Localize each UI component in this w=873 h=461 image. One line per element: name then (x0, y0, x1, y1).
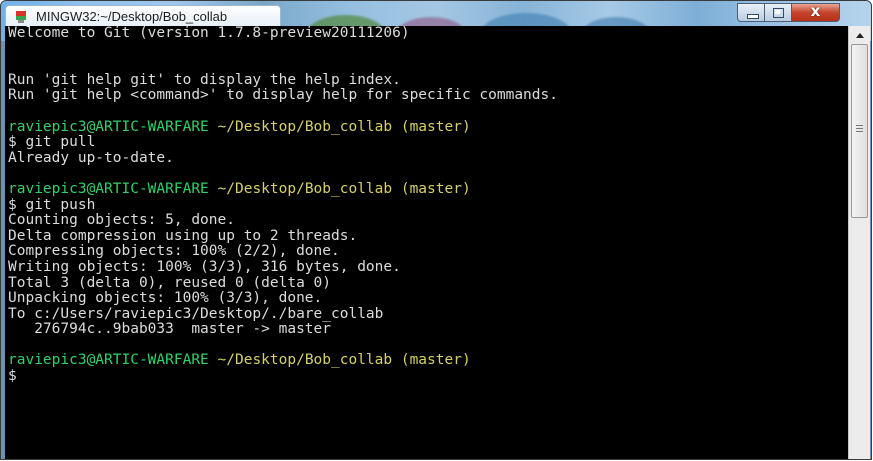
output-line: $ (8, 368, 17, 385)
terminal-output[interactable]: Welcome to Git (version 1.7.8-preview201… (5, 26, 848, 459)
output-line: Total 3 (delta 0), reused 0 (delta 0) (8, 274, 332, 291)
output-line: $ git pull (8, 134, 96, 151)
scroll-thumb[interactable] (851, 44, 868, 218)
terminal-window: MINGW32:~/Desktop/Bob_collab x Welcome t… (0, 0, 872, 460)
prompt-path: ~/Desktop/Bob_collab (master) (208, 352, 471, 369)
scroll-up-button[interactable] (849, 26, 870, 43)
output-line (8, 338, 848, 354)
output-line: Delta compression using up to 2 threads. (8, 227, 358, 244)
output-line: Welcome to Git (version 1.7.8-preview201… (8, 26, 410, 41)
output-line: $ git push (8, 196, 96, 213)
window-title: MINGW32:~/Desktop/Bob_collab (36, 9, 228, 24)
maximize-button[interactable] (765, 3, 792, 22)
output-line (8, 166, 848, 182)
close-button[interactable]: x (792, 2, 840, 22)
prompt-line: raviepic3@ARTIC-WARFARE ~/Desktop/Bob_co… (8, 353, 848, 369)
prompt-line: raviepic3@ARTIC-WARFARE ~/Desktop/Bob_co… (8, 118, 848, 136)
output-line (8, 42, 848, 58)
output-line: Already up-to-date. (8, 149, 174, 166)
output-line: Compressing objects: 100% (2/2), done. (8, 243, 340, 260)
prompt-user: raviepic3@ARTIC-WARFARE (8, 352, 209, 369)
output-line: Unpacking objects: 100% (3/3), done. (8, 290, 323, 307)
minimize-button[interactable] (737, 3, 765, 22)
terminal-lines: Welcome to Git (version 1.7.8-preview201… (5, 26, 848, 385)
prompt-user: raviepic3@ARTIC-WARFARE (8, 118, 209, 135)
output-line: Run 'git help <command>' to display help… (8, 87, 558, 104)
close-icon: x (810, 2, 821, 20)
output-line (8, 104, 848, 120)
prompt-path: ~/Desktop/Bob_collab (master) (208, 180, 471, 197)
minimize-icon (747, 14, 759, 19)
output-line: Counting objects: 5, done. (8, 212, 235, 229)
maximize-icon (773, 8, 784, 18)
prompt-user: raviepic3@ARTIC-WARFARE (8, 180, 209, 197)
output-line: Writing objects: 100% (3/3), 316 bytes, … (8, 258, 401, 275)
prompt-path: ~/Desktop/Bob_collab (master) (208, 118, 471, 135)
prompt-line: raviepic3@ARTIC-WARFARE ~/Desktop/Bob_co… (8, 180, 848, 198)
git-bash-icon (16, 11, 26, 23)
output-line: Run 'git help git' to display the help i… (8, 71, 401, 88)
output-line: To c:/Users/raviepic3/Desktop/./bare_col… (8, 305, 384, 322)
vertical-scrollbar[interactable] (848, 26, 870, 459)
output-line (8, 57, 848, 73)
scroll-grip-icon (856, 125, 863, 132)
output-line: 276794c..9bab033 master -> master (8, 321, 332, 338)
scroll-up-arrow-icon (856, 33, 864, 38)
title-tab: MINGW32:~/Desktop/Bob_collab (5, 5, 281, 27)
